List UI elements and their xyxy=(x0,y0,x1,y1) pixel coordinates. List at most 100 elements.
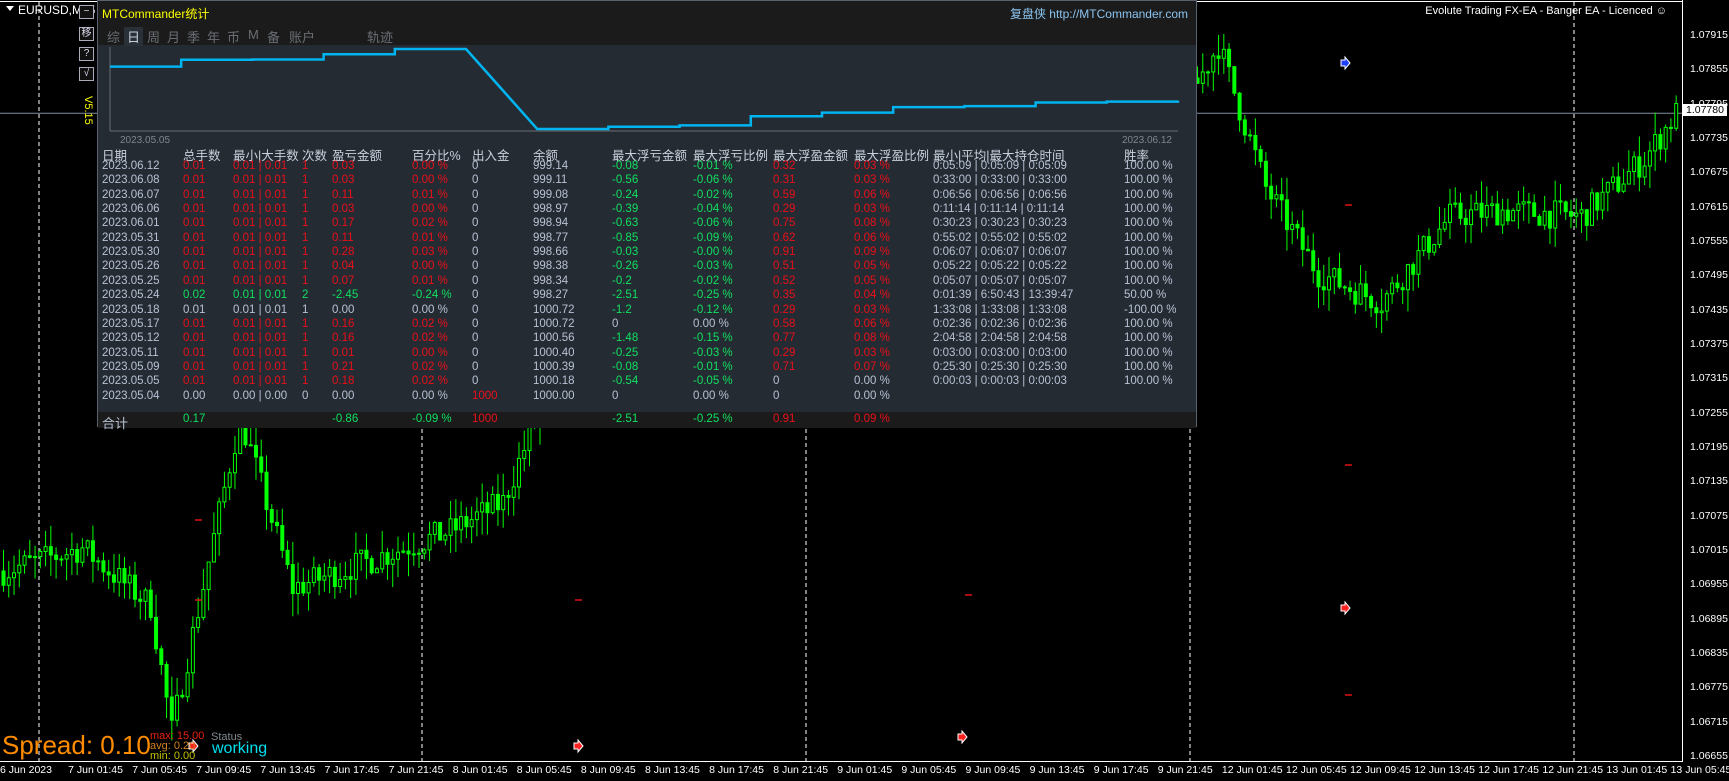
table-row-cell: 0:25:30 | 0:25:30 | 0:25:30 xyxy=(933,360,1067,373)
table-row-cell: 0:33:00 | 0:33:00 | 0:33:00 xyxy=(933,174,1067,187)
table-row-cell: 998.94 xyxy=(533,217,569,230)
candle-body xyxy=(511,486,516,498)
table-row-cell: 0.01 xyxy=(183,332,206,345)
confirm-button[interactable]: √ xyxy=(79,67,94,81)
price-tick-label: 1.07315 xyxy=(1690,372,1728,385)
table-row-cell: -0.09 % xyxy=(693,231,733,244)
table-row-cell: 0.51 xyxy=(773,260,796,273)
candle-body xyxy=(1363,283,1368,298)
tab-5[interactable]: 年 xyxy=(204,27,223,46)
candle-body xyxy=(1305,248,1310,252)
table-row-cell: 2023.05.09 xyxy=(102,360,160,373)
candle-body xyxy=(464,516,469,528)
candle-body xyxy=(127,574,132,584)
tab-2[interactable]: 周 xyxy=(144,27,163,46)
tab-6[interactable]: 币 xyxy=(224,27,243,46)
help-button[interactable]: ? xyxy=(79,47,94,61)
table-row-cell: 0.01 xyxy=(332,346,355,359)
table-row-cell: 0.03 xyxy=(332,174,355,187)
candle-body xyxy=(43,546,48,553)
price-tick-label: 1.07735 xyxy=(1690,131,1728,144)
website-link[interactable]: 复盘侠 http://MTCommander.com xyxy=(1010,5,1188,22)
move-button[interactable]: 移 xyxy=(79,27,94,41)
panel-title-bar[interactable]: MTCommander统计 复盘侠 http://MTCommander.com xyxy=(98,1,1196,25)
total-row-cell: -0.25 % xyxy=(693,413,733,425)
time-tick-label: 7 Jun 17:45 xyxy=(324,764,380,776)
table-row-cell: 2023.05.30 xyxy=(102,246,160,259)
table-row-cell: 0.01 | 0.01 xyxy=(233,332,288,345)
table-row-cell: 0.00 % xyxy=(412,174,448,187)
table-row-cell: 0 xyxy=(472,188,479,201)
table-row-cell: 0.08 % xyxy=(854,332,890,345)
candle-body xyxy=(264,471,269,511)
table-row-cell: 2023.05.12 xyxy=(102,332,160,345)
candle-body xyxy=(1626,170,1631,185)
candle-body xyxy=(427,533,432,551)
tab-10[interactable]: 轨迹 xyxy=(364,27,396,46)
candle-body xyxy=(1374,307,1379,314)
time-tick-label: 12 Jun 01:45 xyxy=(1221,764,1283,776)
candle-body xyxy=(1321,286,1326,291)
tab-8[interactable]: 备 xyxy=(264,27,283,46)
candle-body xyxy=(1332,268,1337,278)
table-row-cell: 1 xyxy=(302,332,309,345)
price-tick-label: 1.06835 xyxy=(1690,646,1728,659)
candle-body xyxy=(1,570,6,586)
table-row-cell: 0.01 xyxy=(183,246,206,259)
tab-7[interactable]: M xyxy=(245,27,262,42)
table-row-cell: 2023.06.06 xyxy=(102,203,160,216)
table-row-cell: -0.06 % xyxy=(693,217,733,230)
tab-3[interactable]: 月 xyxy=(164,27,183,46)
table-row-cell: -0.63 xyxy=(612,217,639,230)
table-row-cell: 0 xyxy=(472,260,479,273)
table-row-cell: 0.29 xyxy=(773,303,796,316)
tab-1[interactable]: 日 xyxy=(124,27,144,46)
table-row-cell: 1000.18 xyxy=(533,375,575,388)
tab-9[interactable]: 账户 xyxy=(286,27,318,46)
candle-body xyxy=(1521,201,1526,205)
table-row-cell: 1 xyxy=(302,217,309,230)
candle-body xyxy=(1653,134,1658,152)
table-row-cell: -0.54 xyxy=(612,375,639,388)
candle-body xyxy=(1495,203,1500,226)
candle-body xyxy=(1290,223,1295,230)
table-row-cell: 0.02 % xyxy=(412,217,448,230)
table-row-cell: 0.02 % xyxy=(412,317,448,330)
candle-body xyxy=(1668,126,1673,129)
table-row-cell: 0.32 xyxy=(773,160,796,172)
candle-body xyxy=(1458,202,1463,219)
table-row-cell: 1000.72 xyxy=(533,303,575,316)
candle-body xyxy=(1358,283,1363,305)
candle-body xyxy=(143,589,148,602)
time-tick-label: 8 Jun 21:45 xyxy=(773,764,829,776)
spread-value: Spread: 0.10 xyxy=(2,730,151,760)
table-row-cell: 1 xyxy=(302,375,309,388)
price-tick-label: 1.06895 xyxy=(1690,612,1728,625)
table-row-cell: 1 xyxy=(302,274,309,287)
table-row-cell: 0.01 | 0.01 xyxy=(233,203,288,216)
table-row-cell: -0.02 % xyxy=(693,274,733,287)
candle-body xyxy=(222,486,227,503)
candle-body xyxy=(322,575,327,581)
table-row-cell: 0.04 xyxy=(332,260,355,273)
price-tick-label: 1.07015 xyxy=(1690,543,1728,556)
candle-body xyxy=(196,617,201,628)
table-row-cell: 0 xyxy=(472,174,479,187)
table-row-cell: 100.00 % xyxy=(1124,203,1173,216)
table-row-cell: 0.58 xyxy=(773,317,796,330)
spread-min: min: 0.00 xyxy=(150,750,196,762)
candle-body xyxy=(64,554,69,560)
candle-body xyxy=(1342,286,1347,289)
table-row-cell: 100.00 % xyxy=(1124,375,1173,388)
table-row-cell: 0.01 xyxy=(183,217,206,230)
candle-body xyxy=(506,495,511,498)
tab-4[interactable]: 季 xyxy=(184,27,203,46)
table-row-cell: 2023.06.07 xyxy=(102,188,160,201)
tab-0[interactable]: 综 xyxy=(104,27,123,46)
candle-body xyxy=(159,648,164,665)
minimize-button[interactable]: − xyxy=(79,5,94,19)
table-row-cell: 0.03 % xyxy=(412,246,448,259)
sell-arrow-icon xyxy=(1340,600,1351,616)
candle-body xyxy=(1258,149,1263,162)
table-row-cell: -0.39 xyxy=(612,203,639,216)
